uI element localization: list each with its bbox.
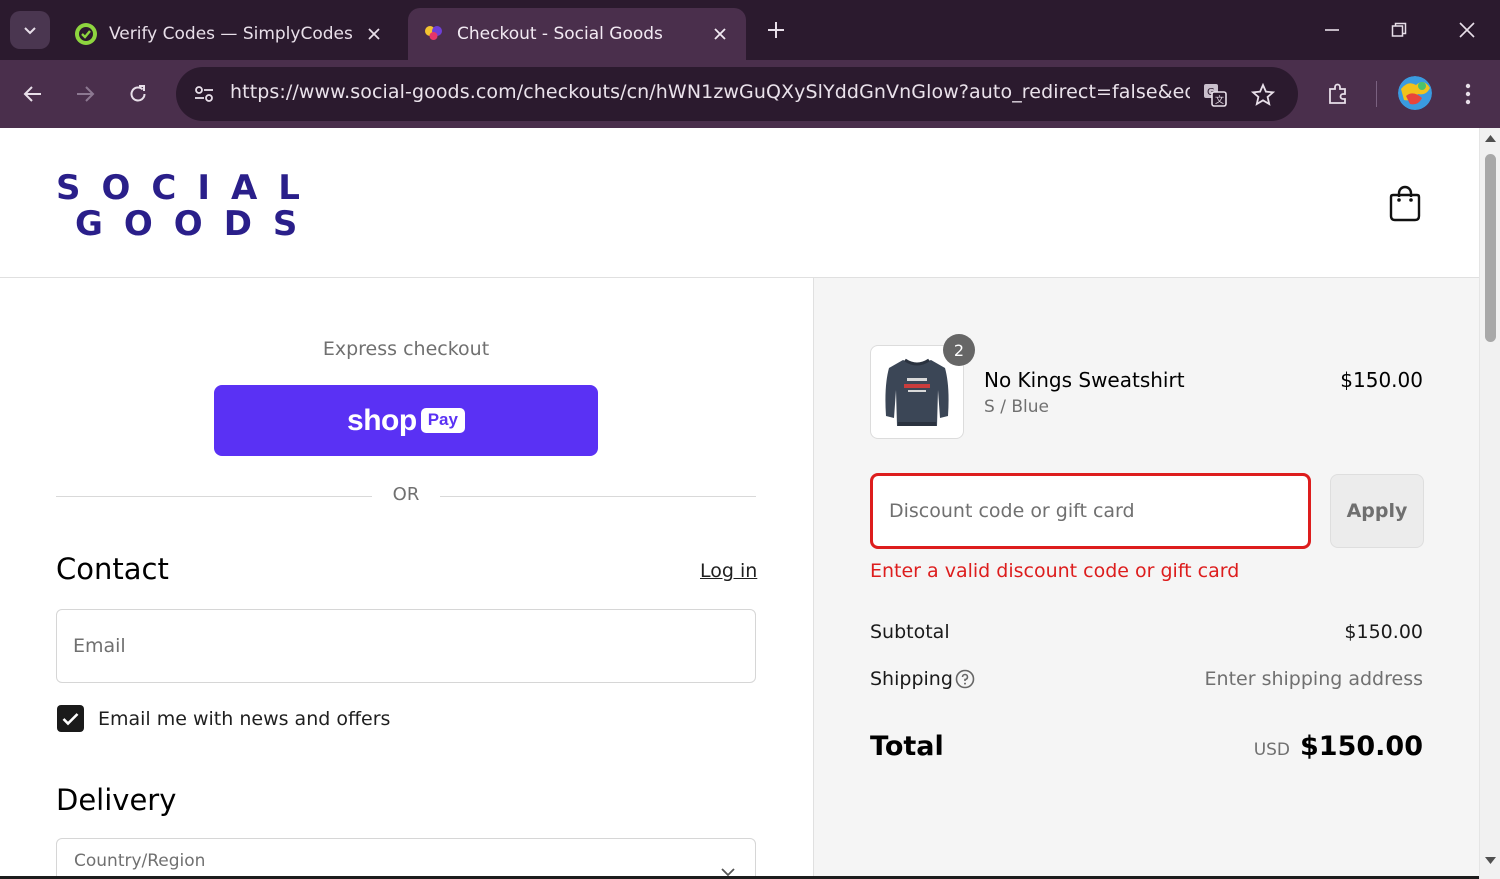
extensions-button[interactable]: [1318, 74, 1358, 114]
email-input[interactable]: [57, 610, 755, 682]
email-field[interactable]: [56, 609, 756, 683]
order-summary: 2 No Kings Sweatshirt S / Blue $150.00 A…: [813, 278, 1479, 879]
newsletter-label: Email me with news and offers: [98, 708, 391, 730]
discount-code-input[interactable]: [873, 476, 1308, 546]
scrollbar-thumb[interactable]: [1485, 154, 1496, 342]
social-goods-favicon-icon: [422, 22, 446, 46]
minimize-button[interactable]: [1314, 12, 1350, 48]
product-variant: S / Blue: [984, 397, 1049, 417]
restore-button[interactable]: [1381, 12, 1417, 48]
express-checkout-label: Express checkout: [322, 338, 490, 360]
bookmark-star-icon[interactable]: [1247, 79, 1279, 111]
newsletter-checkbox[interactable]: [57, 705, 84, 732]
toolbar-divider: [1376, 81, 1377, 107]
puzzle-icon: [1329, 83, 1346, 104]
close-tab-icon[interactable]: [362, 22, 386, 46]
arrow-right-icon: [77, 86, 95, 102]
checkout-main: Express checkout shop Pay OR Contact Log…: [0, 278, 813, 879]
browser-tab-bar: Verify Codes — SimplyCodes Checkout - So…: [0, 0, 1500, 60]
logo-line-2: GOODS: [75, 204, 319, 244]
country-region-select[interactable]: Country/Region: [56, 838, 756, 879]
subtotal-label: Subtotal: [870, 621, 950, 643]
total-label: Total: [870, 731, 944, 762]
reload-icon: [130, 85, 146, 102]
checkout-page: SOCIAL GOODS Express checkout shop Pay O…: [0, 128, 1479, 879]
restore-icon: [1391, 22, 1407, 37]
plus-icon: [768, 22, 784, 38]
divider-left: [56, 496, 372, 497]
back-button[interactable]: [13, 74, 53, 114]
social-goods-logo[interactable]: SOCIAL GOODS: [56, 170, 321, 242]
profile-avatar[interactable]: [1398, 76, 1432, 110]
browser-toolbar: https://www.social-goods.com/checkouts/c…: [0, 60, 1500, 128]
shop-pay-wordmark: shop: [347, 403, 417, 437]
address-bar[interactable]: https://www.social-goods.com/checkouts/c…: [176, 67, 1298, 121]
help-circle-icon[interactable]: [955, 669, 975, 689]
product-price: $150.00: [1340, 368, 1423, 392]
url-text[interactable]: https://www.social-goods.com/checkouts/c…: [230, 81, 1190, 103]
tab-checkout[interactable]: Checkout - Social Goods: [408, 8, 746, 60]
page-scrollbar[interactable]: [1479, 128, 1500, 879]
scroll-down-arrow-icon[interactable]: [1485, 857, 1496, 865]
logo-line-1: SOCIAL: [56, 168, 321, 208]
site-settings-icon[interactable]: [186, 76, 222, 112]
discount-code-field[interactable]: [870, 473, 1311, 549]
more-vertical-icon: [1465, 83, 1471, 105]
apply-discount-button[interactable]: Apply: [1330, 474, 1424, 548]
tab-title: Checkout - Social Goods: [457, 24, 663, 44]
login-link[interactable]: Log in: [700, 560, 757, 582]
tab-search-button[interactable]: [10, 11, 50, 49]
product-thumbnail: 2: [870, 334, 975, 439]
or-separator: OR: [392, 484, 420, 505]
subtotal-value: $150.00: [1344, 621, 1423, 643]
svg-text:文: 文: [1215, 94, 1224, 106]
currency-code: USD: [1253, 740, 1291, 760]
shipping-label: Shipping: [870, 668, 953, 690]
scroll-up-arrow-icon[interactable]: [1485, 134, 1496, 142]
product-name: No Kings Sweatshirt: [984, 368, 1185, 392]
delivery-heading: Delivery: [56, 783, 177, 817]
forward-button[interactable]: [65, 74, 105, 114]
total-value: USD $150.00: [1254, 731, 1423, 762]
close-window-button[interactable]: [1449, 12, 1485, 48]
close-icon: [1459, 22, 1475, 38]
discount-error-message: Enter a valid discount code or gift card: [870, 560, 1240, 582]
contact-heading: Contact: [56, 552, 169, 586]
arrow-left-icon: [23, 86, 41, 102]
total-amount: $150.00: [1300, 731, 1423, 762]
chevron-down-icon: [24, 27, 36, 35]
quantity-badge: 2: [943, 334, 975, 366]
cart-bag-icon[interactable]: [1386, 184, 1424, 224]
shop-pay-badge: Pay: [420, 408, 465, 433]
reload-button[interactable]: [118, 74, 158, 114]
divider-right: [440, 496, 756, 497]
new-tab-button[interactable]: [760, 14, 792, 46]
site-header: SOCIAL GOODS: [0, 128, 1479, 278]
close-tab-icon[interactable]: [708, 22, 732, 46]
country-region-label: Country/Region: [74, 851, 206, 871]
translate-icon[interactable]: G文: [1199, 79, 1231, 111]
shop-pay-button[interactable]: shop Pay: [214, 385, 598, 456]
tab-simplycodes[interactable]: Verify Codes — SimplyCodes: [60, 8, 400, 60]
checkmark-icon: [62, 712, 79, 725]
simplycodes-favicon-icon: [74, 22, 98, 46]
minimize-icon: [1325, 29, 1339, 31]
browser-menu-button[interactable]: [1448, 74, 1488, 114]
tab-title: Verify Codes — SimplyCodes: [109, 24, 353, 44]
shipping-value: Enter shipping address: [1204, 668, 1423, 690]
